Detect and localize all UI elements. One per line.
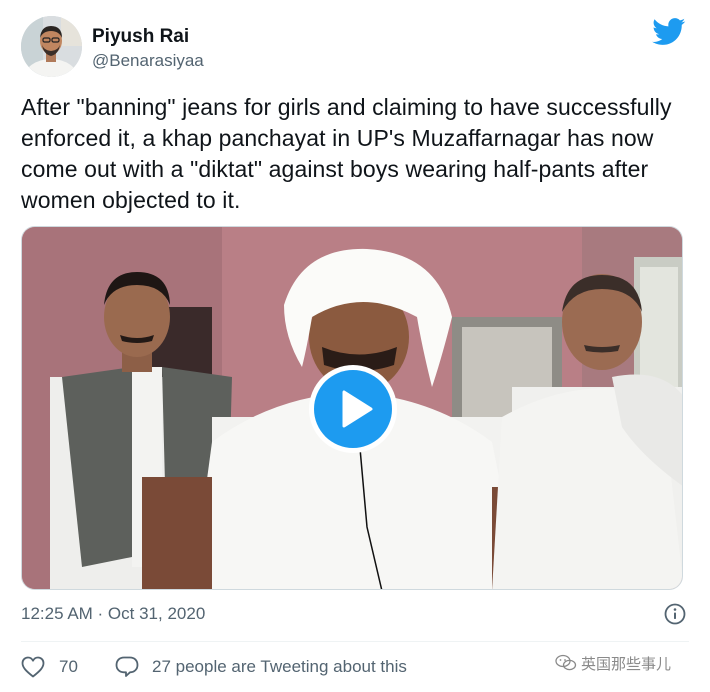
heart-icon — [21, 656, 45, 678]
speech-bubble-icon — [115, 656, 139, 677]
divider — [21, 641, 689, 642]
twitter-bird-icon[interactable] — [652, 18, 686, 46]
watermark: 英国那些事儿 — [555, 650, 671, 676]
info-icon[interactable] — [664, 603, 686, 625]
author-handle[interactable]: @Benarasiyaa — [92, 51, 204, 71]
tweet-timestamp[interactable]: 12:25 AM · Oct 31, 2020 — [21, 604, 205, 624]
avatar[interactable] — [21, 16, 82, 77]
tweet-card: Piyush Rai @Benarasiyaa After "banning" … — [0, 0, 710, 692]
play-button[interactable] — [309, 365, 397, 453]
author-display-name[interactable]: Piyush Rai — [92, 26, 189, 48]
video-player[interactable] — [21, 226, 683, 590]
play-icon — [314, 370, 392, 448]
wechat-icon — [555, 654, 577, 671]
like-count: 70 — [59, 657, 78, 676]
watermark-text: 英国那些事儿 — [581, 654, 672, 673]
tweeting-about-link[interactable]: 27 people are Tweeting about this — [114, 655, 407, 679]
tweet-text: After "banning" jeans for girls and clai… — [21, 94, 672, 213]
like-button[interactable]: 70 — [21, 655, 78, 679]
tweeting-about-text: 27 people are Tweeting about this — [152, 657, 407, 676]
